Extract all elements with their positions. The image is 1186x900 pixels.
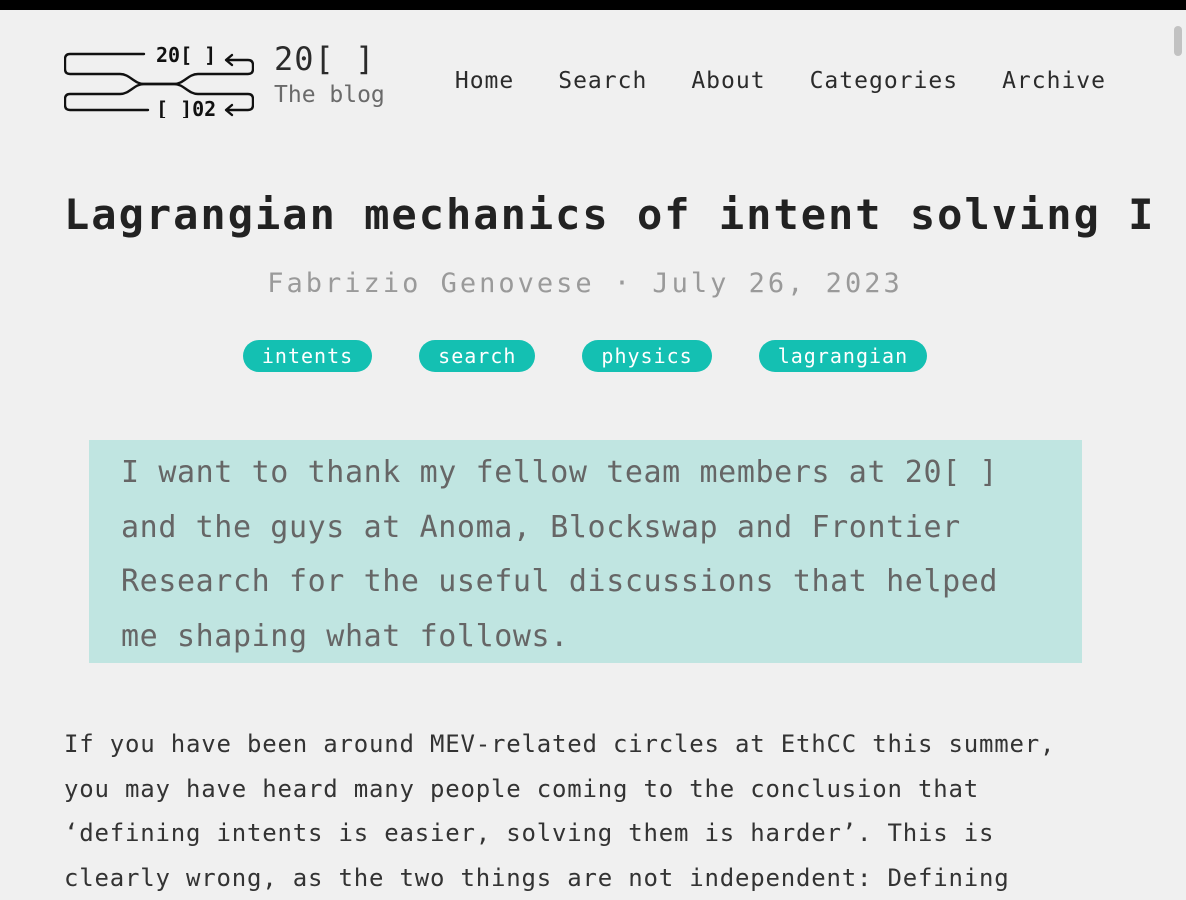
nav-categories[interactable]: Categories (810, 68, 958, 94)
post-meta: Fabrizio Genovese · July 26, 2023 (267, 268, 903, 299)
tag-lagrangian[interactable]: lagrangian (758, 340, 928, 372)
tag-list: intents search physics lagrangian (0, 340, 1170, 372)
post-title: Lagrangian mechanics of intent solving I (64, 190, 1156, 239)
site-title[interactable]: 20[ ] (274, 40, 375, 78)
tag-intents[interactable]: intents (242, 340, 373, 372)
scrollbar-thumb[interactable] (1174, 26, 1182, 56)
nav-archive[interactable]: Archive (1002, 68, 1106, 94)
nav-about[interactable]: About (691, 68, 765, 94)
acknowledgement-callout: I want to thank my fellow team members a… (89, 440, 1082, 663)
logo[interactable]: 20[ ] [ ]02 (64, 42, 254, 118)
nav-search[interactable]: Search (558, 68, 647, 94)
main-nav: Home Search About Categories Archive (455, 68, 1106, 94)
callout-text: I want to thank my fellow team members a… (121, 455, 999, 654)
logo-bottom-text: [ ]02 (156, 97, 216, 118)
site-subtitle: The blog (274, 82, 385, 108)
logo-top-text: 20[ ] (156, 43, 216, 67)
tag-physics[interactable]: physics (582, 340, 712, 372)
tag-search[interactable]: search (419, 340, 536, 372)
window-top-bar (0, 0, 1186, 10)
site-header: 20[ ] [ ]02 20[ ] The blog Home Search A… (64, 40, 1110, 120)
nav-home[interactable]: Home (455, 68, 514, 94)
post-body-paragraph: If you have been around MEV-related circ… (64, 730, 1056, 892)
scrollbar[interactable] (1172, 10, 1186, 900)
